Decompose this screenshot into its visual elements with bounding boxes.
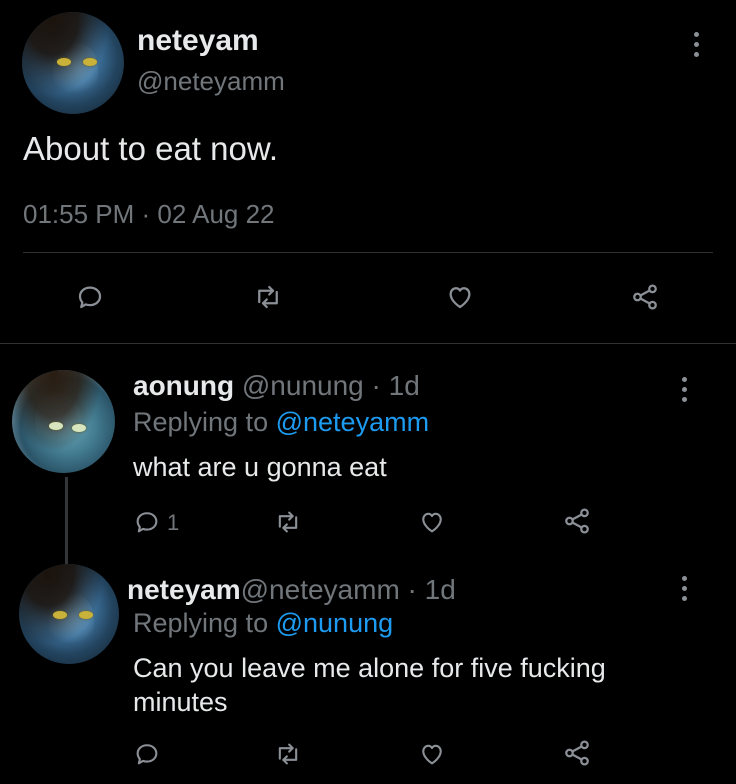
main-tweet-text: About to eat now. [23, 130, 279, 167]
main-like-icon[interactable] [445, 282, 475, 312]
reply1-replying-to: Replying to @neteyamm [133, 407, 429, 438]
reply1-retweet-icon[interactable] [274, 508, 302, 536]
avatar-eye-right [79, 611, 93, 619]
reply2-reply-icon[interactable] [133, 740, 161, 768]
reply2-replying-to: Replying to @nunung [133, 608, 393, 639]
main-share-icon[interactable] [630, 282, 660, 312]
thread-connector-line [65, 477, 68, 567]
reply1-age[interactable]: · 1d [372, 370, 420, 401]
reply1-replying-handle[interactable]: @neteyamm [276, 407, 429, 437]
reply2-display-name[interactable]: neteyam [127, 574, 241, 605]
main-display-name[interactable]: neteyam [137, 24, 259, 58]
reply1-more-icon[interactable] [682, 377, 688, 407]
reply1-header: aonung @nunung · 1d [133, 370, 420, 402]
reply1-replying-prefix: Replying to [133, 407, 269, 437]
reply2-handle[interactable]: @neteyamm [241, 574, 400, 605]
avatar-eye-right [71, 423, 87, 432]
avatar-hair [22, 12, 124, 114]
avatar-hair [12, 370, 115, 473]
reply2-text: Can you leave me alone for five fucking … [133, 653, 606, 717]
main-handle[interactable]: @neteyamm [137, 66, 285, 97]
reply2-like-icon[interactable] [418, 740, 446, 768]
reply1-reply-icon[interactable] [133, 508, 161, 536]
avatar-eye-left [56, 57, 71, 67]
avatar-hair [19, 564, 119, 664]
main-more-icon[interactable] [694, 32, 700, 62]
avatar-eye-left [49, 421, 64, 430]
main-divider-top [23, 252, 713, 253]
main-avatar[interactable] [22, 12, 124, 114]
reply1-like-icon[interactable] [418, 508, 446, 536]
reply2-share-icon[interactable] [562, 738, 592, 768]
reply1-handle[interactable]: @nunung [242, 370, 364, 401]
reply2-replying-handle[interactable]: @nunung [276, 608, 394, 638]
main-timestamp[interactable]: 01:55 PM · 02 Aug 22 [23, 199, 275, 230]
main-reply-icon[interactable] [75, 282, 105, 312]
reply2-header: neteyam@neteyamm · 1d [127, 574, 456, 606]
reply2-age[interactable]: · 1d [408, 574, 456, 605]
reply1-share-icon[interactable] [562, 506, 592, 536]
reply2-replying-prefix: Replying to [133, 608, 269, 638]
reply2-more-icon[interactable] [682, 576, 688, 606]
reply2-retweet-icon[interactable] [274, 740, 302, 768]
reply2-avatar[interactable] [19, 564, 119, 664]
reply1-avatar[interactable] [12, 370, 115, 473]
main-retweet-icon[interactable] [253, 282, 283, 312]
reply1-text: what are u gonna eat [133, 452, 387, 482]
avatar-eye-left [53, 611, 67, 619]
reply1-reply-count: 1 [167, 510, 180, 535]
main-divider-bottom [0, 343, 736, 344]
reply1-display-name[interactable]: aonung [133, 370, 234, 401]
